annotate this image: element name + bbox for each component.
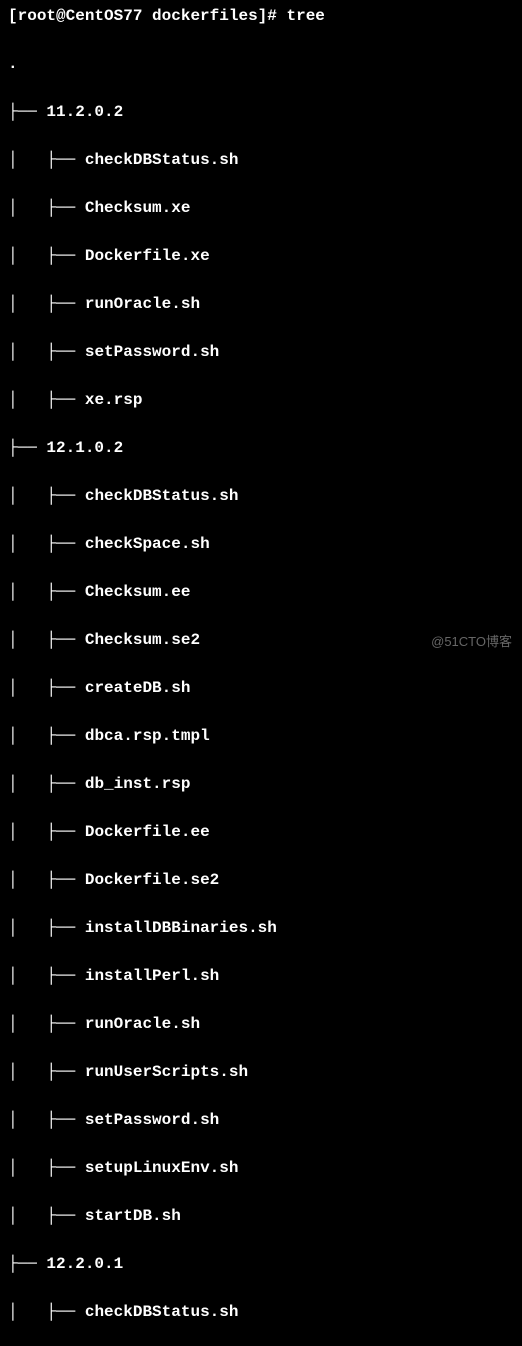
tree-file: │ ├── Checksum.xe xyxy=(8,196,514,220)
tree-file: │ ├── startDB.sh xyxy=(8,1204,514,1228)
tree-file: │ ├── runOracle.sh xyxy=(8,1012,514,1036)
tree-file: │ ├── dbca.rsp.tmpl xyxy=(8,724,514,748)
tree-file: │ ├── setPassword.sh xyxy=(8,1108,514,1132)
prompt-text: [root@CentOS77 dockerfiles]# xyxy=(8,7,287,25)
tree-file: │ ├── checkSpace.sh xyxy=(8,532,514,556)
tree-file: │ ├── installPerl.sh xyxy=(8,964,514,988)
tree-root: . xyxy=(8,52,514,76)
tree-file: │ ├── setupLinuxEnv.sh xyxy=(8,1156,514,1180)
shell-prompt[interactable]: [root@CentOS77 dockerfiles]# tree xyxy=(8,4,514,28)
tree-dir: ├── 11.2.0.2 xyxy=(8,100,514,124)
watermark: @51CTO博客 xyxy=(431,632,512,652)
tree-file: │ ├── runOracle.sh xyxy=(8,292,514,316)
tree-file: │ ├── runUserScripts.sh xyxy=(8,1060,514,1084)
tree-file: │ ├── xe.rsp xyxy=(8,388,514,412)
tree-file: │ ├── installDBBinaries.sh xyxy=(8,916,514,940)
tree-file: │ ├── checkDBStatus.sh xyxy=(8,1300,514,1324)
tree-file: │ ├── setPassword.sh xyxy=(8,340,514,364)
tree-file: │ ├── Dockerfile.ee xyxy=(8,820,514,844)
tree-file: │ ├── Dockerfile.se2 xyxy=(8,868,514,892)
command-input: tree xyxy=(287,7,325,25)
tree-dir: ├── 12.2.0.1 xyxy=(8,1252,514,1276)
tree-dir: ├── 12.1.0.2 xyxy=(8,436,514,460)
tree-file: │ ├── createDB.sh xyxy=(8,676,514,700)
tree-file: │ ├── checkDBStatus.sh xyxy=(8,148,514,172)
tree-output: . ├── 11.2.0.2 │ ├── checkDBStatus.sh │ … xyxy=(8,28,514,1346)
tree-file: │ ├── Dockerfile.xe xyxy=(8,244,514,268)
tree-file: │ ├── checkDBStatus.sh xyxy=(8,484,514,508)
tree-file: │ ├── db_inst.rsp xyxy=(8,772,514,796)
tree-file: │ ├── Checksum.ee xyxy=(8,580,514,604)
